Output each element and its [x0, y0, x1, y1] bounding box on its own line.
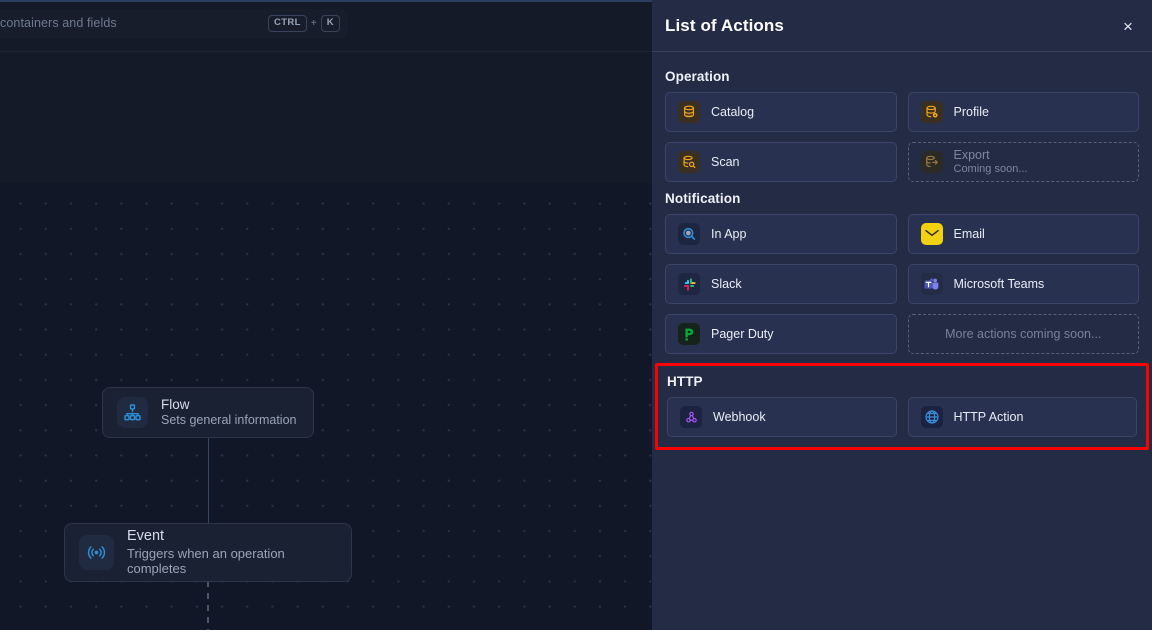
http-action-card-text: HTTP Action — [954, 410, 1024, 425]
webhook-label: Webhook — [713, 409, 766, 424]
kbd-ctrl: CTRL — [267, 15, 307, 32]
webhook-card-text: Webhook — [713, 410, 766, 425]
close-icon[interactable]: × — [1118, 16, 1138, 36]
in-app-icon — [678, 223, 700, 245]
event-node-title: Event — [127, 528, 165, 545]
operation-card-grid: Catalog Profile Scan Export Coming soon.… — [665, 92, 1139, 182]
action-card-export: Export Coming soon... — [907, 142, 1139, 182]
flow-canvas[interactable]: containers and fields CTRL + K Flow Sets… — [0, 0, 652, 630]
canvas-header-band — [0, 52, 652, 183]
http-action-label: HTTP Action — [953, 409, 1024, 424]
section-notification-title: Notification — [665, 191, 741, 206]
section-operation: Operation Catalog Profile Scan Export Co… — [665, 69, 1139, 182]
search-placeholder: containers and fields — [0, 16, 117, 30]
connector-event-to-next — [207, 581, 209, 630]
action-card-catalog[interactable]: Catalog — [665, 92, 897, 132]
action-card-email[interactable]: Email — [907, 214, 1139, 254]
action-card-slack[interactable]: Slack — [665, 264, 897, 304]
org-chart-icon — [117, 397, 148, 428]
connector-flow-to-event — [208, 437, 209, 523]
email-icon — [920, 223, 943, 245]
search-shortcut: CTRL + K — [267, 15, 340, 32]
event-node-subtitle: Triggers when an operation completes — [127, 545, 285, 577]
panel-title: List of Actions — [665, 15, 784, 35]
database-profile-icon — [920, 101, 943, 123]
catalog-card-text: Catalog — [711, 105, 754, 120]
slack-label: Slack — [711, 276, 742, 291]
flow-node-title: Flow — [161, 396, 190, 412]
action-card-scan[interactable]: Scan — [665, 142, 897, 182]
scan-label: Scan — [711, 154, 740, 169]
slack-icon — [678, 273, 700, 295]
search-input[interactable]: containers and fields CTRL + K — [0, 9, 348, 39]
pagerduty-card-text: Pager Duty — [711, 327, 774, 342]
profile-label: Profile — [953, 104, 989, 119]
profile-card-text: Profile — [954, 105, 989, 120]
event-node-text: Event Triggers when an operation complet… — [127, 528, 337, 577]
section-http-title: HTTP — [667, 374, 703, 389]
globe-icon — [920, 406, 943, 428]
database-icon — [678, 101, 700, 123]
broadcast-icon — [79, 535, 114, 570]
teams-card-text: Microsoft Teams — [954, 277, 1045, 292]
in-app-card-text: In App — [711, 227, 746, 242]
action-card-webhook[interactable]: Webhook — [667, 397, 897, 437]
flow-node-text: Flow Sets general information — [161, 397, 297, 429]
export-label: Export — [953, 147, 990, 162]
kbd-k: K — [320, 15, 340, 32]
kbd-plus: + — [310, 17, 317, 29]
pagerduty-icon — [678, 323, 700, 345]
list-of-actions-panel: List of Actions × Operation Catalog Prof… — [652, 0, 1152, 630]
database-export-icon — [920, 151, 943, 173]
scan-card-text: Scan — [711, 155, 740, 170]
in-app-label: In App — [711, 226, 747, 241]
action-card-pager-duty[interactable]: Pager Duty — [665, 314, 897, 354]
section-http: HTTP Webhook HTTP Action — [655, 363, 1149, 450]
email-card-text: Email — [954, 227, 985, 242]
catalog-label: Catalog — [711, 104, 755, 119]
notification-card-grid: In App Email Slack Microsoft Teams Pager… — [665, 214, 1139, 354]
action-card-in-app[interactable]: In App — [665, 214, 897, 254]
pagerduty-label: Pager Duty — [711, 326, 774, 341]
app-root: containers and fields CTRL + K Flow Sets… — [0, 0, 1152, 630]
flow-node-event[interactable]: Event Triggers when an operation complet… — [64, 523, 352, 582]
export-sublabel: Coming soon... — [953, 162, 1028, 175]
action-card-http-action[interactable]: HTTP Action — [907, 397, 1137, 437]
webhook-icon — [680, 406, 702, 428]
action-card-microsoft-teams[interactable]: Microsoft Teams — [907, 264, 1139, 304]
flow-node-flow[interactable]: Flow Sets general information — [102, 387, 314, 438]
teams-label: Microsoft Teams — [953, 276, 1045, 291]
flow-node-subtitle: Sets general information — [161, 413, 297, 428]
section-operation-title: Operation — [665, 69, 730, 84]
more-actions-label: More actions coming soon... — [945, 327, 1102, 341]
slack-card-text: Slack — [711, 277, 742, 292]
panel-header: List of Actions × — [652, 0, 1152, 52]
topbar-accent-bar — [0, 0, 652, 2]
more-actions-placeholder: More actions coming soon... — [907, 314, 1139, 354]
email-label: Email — [953, 226, 985, 241]
section-notification: Notification In App Email Slack Microsof… — [665, 191, 1139, 354]
action-card-profile[interactable]: Profile — [907, 92, 1139, 132]
canvas-topbar: containers and fields CTRL + K — [0, 0, 652, 48]
panel-body: Operation Catalog Profile Scan Export Co… — [652, 52, 1152, 450]
database-scan-icon — [678, 151, 700, 173]
export-card-text: Export Coming soon... — [954, 148, 1028, 177]
microsoft-teams-icon — [920, 273, 943, 295]
http-card-grid: Webhook HTTP Action — [667, 397, 1137, 437]
